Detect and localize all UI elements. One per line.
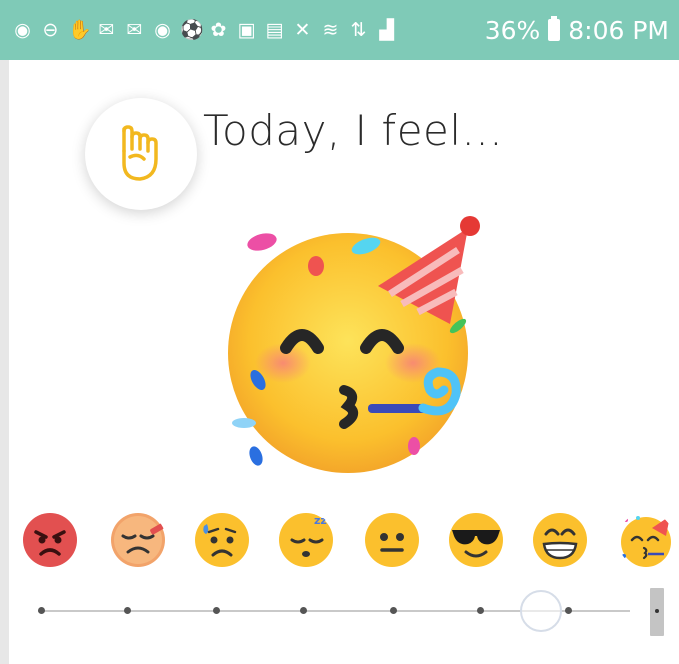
- sleeping-face-icon[interactable]: zz: [278, 512, 334, 568]
- left-edge: [0, 60, 9, 664]
- scroll-handle[interactable]: [650, 588, 664, 636]
- gmail-icon: ✉: [126, 18, 143, 41]
- battery-icon: [548, 16, 561, 41]
- mood-slider[interactable]: [30, 590, 670, 640]
- do-not-disturb-icon: ⊖: [42, 18, 59, 41]
- cast-icon: ▤: [265, 18, 284, 41]
- partying-face-icon: [228, 216, 480, 473]
- mute-icon: ✕: [294, 18, 311, 41]
- clock: 8:06 PM: [568, 15, 669, 45]
- messenger-icon: ◉: [14, 18, 31, 41]
- grinning-face-icon[interactable]: [532, 512, 588, 568]
- hand-icon: ✋: [68, 18, 92, 41]
- wifi-icon: ≋: [322, 18, 339, 41]
- slider-stop[interactable]: [565, 607, 572, 614]
- signal-icon: ▟: [379, 18, 394, 41]
- tired-face-icon[interactable]: [110, 512, 166, 568]
- gmail-icon: ✉: [98, 18, 115, 41]
- data-icon: ⇅: [350, 18, 367, 41]
- battery-saver-icon: ▣: [237, 18, 256, 41]
- app-icon: ✿: [210, 18, 227, 41]
- angry-face-icon[interactable]: [22, 512, 78, 568]
- messenger-icon: ◉: [154, 18, 171, 41]
- mood-selector: zz: [22, 512, 679, 572]
- slider-stop[interactable]: [38, 607, 45, 614]
- slider-stop[interactable]: [124, 607, 131, 614]
- raise-hand-button[interactable]: [85, 98, 197, 210]
- partying-face-icon[interactable]: [618, 512, 674, 568]
- slider-stop[interactable]: [300, 607, 307, 614]
- anxious-face-icon[interactable]: [194, 512, 250, 568]
- slider-thumb[interactable]: [520, 590, 562, 632]
- sunglasses-face-icon[interactable]: [448, 512, 504, 568]
- raised-hand-icon: [122, 125, 158, 181]
- notification-icons: ◉ ⊖ ✋ ✉ ✉ ◉ ⚽ ✿ ▣ ▤ ✕ ≋ ⇅ ▟: [12, 18, 397, 41]
- battery-percent: 36%: [484, 15, 541, 45]
- neutral-face-icon[interactable]: [364, 512, 420, 568]
- slider-stop[interactable]: [390, 607, 397, 614]
- svg-text:zz: zz: [314, 514, 327, 527]
- slider-stop[interactable]: [213, 607, 220, 614]
- status-bar: ◉ ⊖ ✋ ✉ ✉ ◉ ⚽ ✿ ▣ ▤ ✕ ≋ ⇅ ▟ 36% 8:06 PM: [0, 0, 679, 60]
- soccer-icon: ⚽: [180, 18, 204, 41]
- page-title: Today, I feel...: [203, 106, 504, 155]
- slider-stop[interactable]: [477, 607, 484, 614]
